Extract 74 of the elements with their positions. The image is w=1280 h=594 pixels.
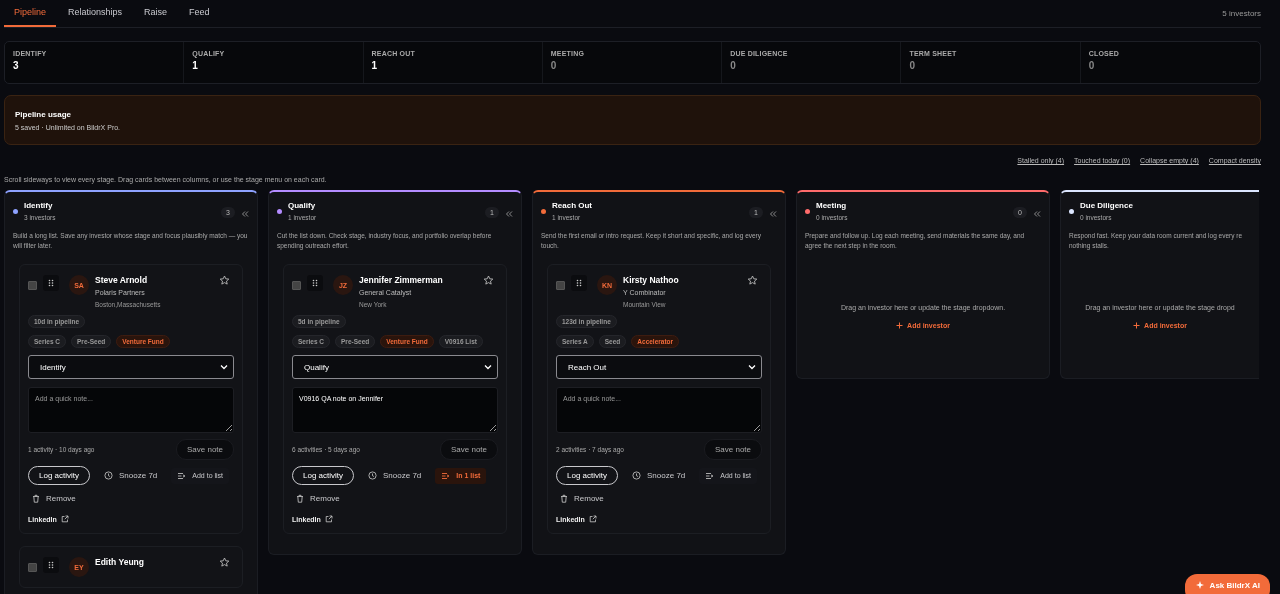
clock-icon — [368, 471, 378, 480]
investor-name[interactable]: Edith Yeung — [95, 557, 213, 567]
star-icon[interactable] — [483, 275, 494, 286]
external-link-icon — [324, 515, 333, 523]
column-title: Qualify — [288, 201, 317, 210]
remove-button[interactable]: Remove — [292, 491, 344, 506]
trash-icon — [296, 494, 304, 503]
checkbox[interactable] — [28, 281, 37, 290]
drag-handle[interactable] — [307, 275, 323, 291]
drag-icon — [312, 279, 318, 287]
usage-title: Pipeline usage — [15, 109, 73, 119]
save-note-button[interactable]: Save note — [439, 439, 498, 460]
investor-name[interactable]: Jennifer Zimmerman — [359, 275, 477, 285]
snooze-button[interactable]: Snooze 7d — [364, 468, 426, 483]
stat-value: 0 — [550, 60, 558, 71]
drag-handle[interactable] — [43, 275, 59, 291]
investor-count: 5 investors — [1222, 9, 1261, 20]
drag-icon — [576, 279, 582, 287]
stage-dropdown[interactable]: Qualify — [292, 355, 498, 379]
external-link-icon — [60, 515, 69, 523]
tab[interactable]: Feed — [179, 7, 220, 27]
clock-icon — [104, 471, 114, 480]
list-icon — [177, 471, 187, 480]
drag-handle[interactable] — [43, 557, 59, 573]
save-note-button[interactable]: Save note — [175, 439, 234, 460]
drag-handle[interactable] — [571, 275, 587, 291]
star-icon[interactable] — [219, 557, 230, 568]
checkbox[interactable] — [292, 281, 301, 290]
drag-icon — [48, 279, 54, 287]
trash-icon — [560, 494, 568, 503]
chevron-icon — [220, 364, 228, 370]
collapse-icon — [241, 210, 249, 218]
checkbox[interactable] — [28, 563, 37, 572]
stat-value: 0 — [909, 60, 916, 71]
stat-value: 1 — [371, 60, 379, 71]
plus-icon — [896, 322, 904, 329]
chevron-icon — [484, 364, 492, 370]
investor-name[interactable]: Kirsty Nathoo — [623, 275, 741, 285]
stage-dropdown[interactable]: Identify — [28, 355, 234, 379]
list-icon — [441, 471, 451, 480]
stat-value: 0 — [730, 60, 737, 71]
star-icon[interactable] — [219, 275, 230, 286]
stage-dropdown[interactable]: Reach Out — [556, 355, 762, 379]
star-icon[interactable] — [747, 275, 758, 286]
column-title: Identify — [24, 201, 54, 210]
tab[interactable]: Pipeline — [4, 7, 57, 27]
save-note-button[interactable]: Save note — [703, 439, 762, 460]
collapse-icon — [769, 210, 777, 218]
tab[interactable]: Relationships — [58, 7, 133, 27]
plus-icon — [1133, 322, 1141, 329]
collapse-icon — [505, 210, 513, 218]
checkbox[interactable] — [556, 281, 565, 290]
investor-name[interactable]: Steve Arnold — [95, 275, 213, 285]
investor-card[interactable] — [547, 264, 771, 534]
stat-value: 0 — [1088, 60, 1096, 71]
column-title: Reach Out — [552, 201, 593, 210]
stat-value: 3 — [13, 60, 20, 71]
snooze-button[interactable]: Snooze 7d — [100, 468, 162, 483]
clock-icon — [632, 471, 642, 480]
tab[interactable]: Raise — [134, 7, 178, 27]
list-icon — [705, 471, 715, 480]
column-title: Meeting — [816, 201, 848, 210]
collapse-icon — [1033, 210, 1041, 218]
column-title: Due Diligence — [1080, 201, 1134, 210]
remove-button[interactable]: Remove — [28, 491, 80, 506]
chevron-icon — [748, 364, 756, 370]
snooze-button[interactable]: Snooze 7d — [628, 468, 690, 483]
remove-button[interactable]: Remove — [556, 491, 608, 506]
stat-value: 1 — [192, 60, 199, 71]
drag-icon — [48, 561, 54, 569]
investor-card[interactable] — [19, 264, 243, 534]
external-link-icon — [588, 515, 597, 523]
investor-card[interactable] — [283, 264, 507, 534]
trash-icon — [32, 494, 40, 503]
